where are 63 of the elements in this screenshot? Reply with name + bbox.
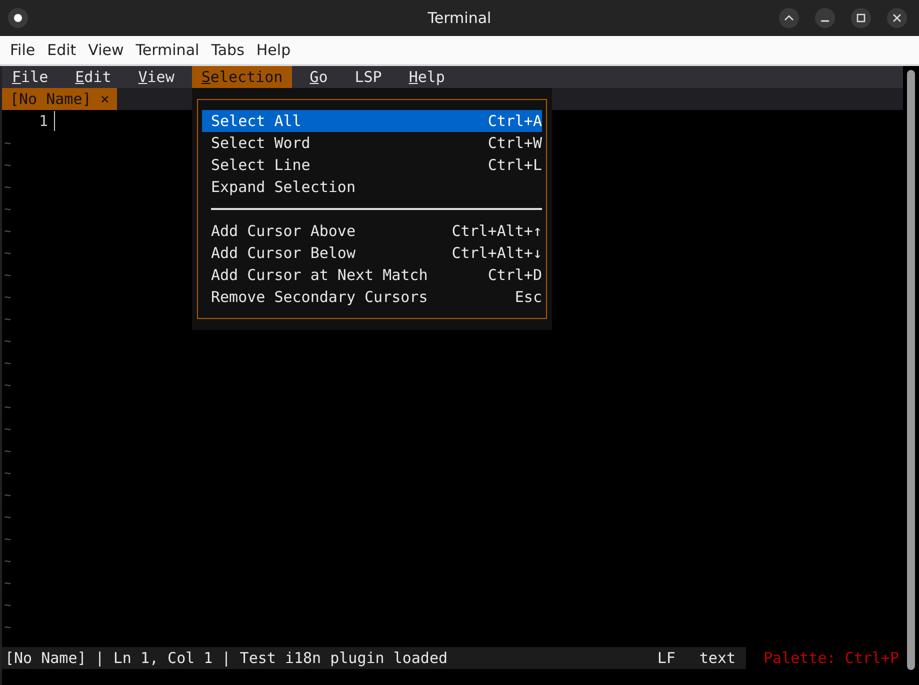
shortcut: Ctrl+L [488,156,542,174]
empty-line-marker: ~ [3,421,12,438]
scrollbar-thumb[interactable] [907,70,915,670]
shortcut: Esc [514,288,542,306]
menu-item[interactable]: Terminal [130,41,206,59]
empty-line-marker: ~ [3,245,12,262]
empty-line-marker: ~ [3,377,12,394]
maximize-icon[interactable] [851,8,871,28]
empty-line-marker: ~ [3,509,12,526]
minimize-icon[interactable] [815,8,835,28]
menu-item[interactable]: Edit [41,41,82,59]
empty-line-marker: ~ [3,575,12,592]
menu-item[interactable]: Tabs [205,41,250,59]
menu-item[interactable]: Select Word Ctrl+W [202,132,542,154]
empty-line-marker: ~ [3,619,12,636]
empty-line-marker: ~ [3,399,12,416]
status-message: [No Name] | Ln 1, Col 1 | Test i18n plugin loaded [5,649,448,667]
close-icon[interactable] [887,8,907,28]
shortcut: Ctrl+D [488,266,542,284]
empty-line-marker: ~ [3,135,12,152]
shortcut: Ctrl+W [488,134,542,152]
shortcut: Ctrl+A [488,112,542,130]
menu-item[interactable]: Remove Secondary Cursors Esc [202,286,542,308]
empty-line-marker: ~ [3,179,12,196]
menu-item[interactable]: File [4,41,42,59]
menu-item[interactable]: Edit [66,66,120,88]
empty-line-marker: ~ [3,289,12,306]
menu-item[interactable]: View [129,66,184,88]
empty-line-marker: ~ [3,311,12,328]
empty-line-marker: ~ [3,223,12,240]
empty-line-marker: ~ [3,465,12,482]
shortcut: Ctrl+Alt+↑ [452,222,542,240]
menu-item[interactable]: Go [300,66,337,88]
empty-line-marker: ~ [3,531,12,548]
empty-line-marker: ~ [3,443,12,460]
menu-item[interactable]: File [3,66,58,88]
empty-line-marker: ~ [3,597,12,614]
menu-item[interactable]: Select All Ctrl+A [202,110,542,132]
empty-line-marker: ~ [3,333,12,350]
chevron-up-icon[interactable] [779,8,799,28]
text-cursor [54,111,55,131]
menu-item[interactable]: Select Line Ctrl+L [202,154,542,176]
line-number: 1 [38,112,49,130]
empty-line-marker: ~ [3,553,12,570]
app-menu-icon[interactable] [8,8,28,28]
empty-line-marker: ~ [3,355,12,372]
line-ending: LF [657,649,676,667]
menu-item[interactable]: Add Cursor Below Ctrl+Alt+↓ [202,242,542,264]
menu-item[interactable]: Help [250,41,297,59]
menu-item[interactable]: Add Cursor Above Ctrl+Alt+↑ [202,220,542,242]
menu-item[interactable]: Help [400,66,454,88]
empty-line-marker: ~ [3,267,12,284]
menu-item[interactable]: LSP [346,66,391,88]
palette-hint: Palette: Ctrl+P [762,649,900,667]
file-type: text [699,649,736,667]
shortcut: Ctrl+Alt+↓ [452,244,542,262]
menu-item[interactable]: Expand Selection [202,176,542,198]
empty-line-marker: ~ [3,157,12,174]
empty-line-marker: ~ [3,201,12,218]
window-title: Terminal [428,9,492,27]
menu-item[interactable]: View [82,41,130,59]
empty-line-marker: ~ [3,487,12,504]
menu-item[interactable]: Add Cursor at Next Match Ctrl+D [202,264,542,286]
